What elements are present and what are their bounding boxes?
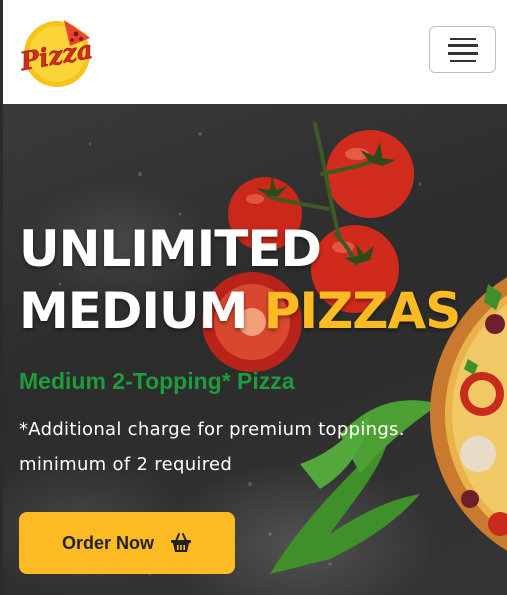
hero-subheading: Medium 2-Topping* Pizza <box>19 368 295 394</box>
window-edge <box>0 0 3 595</box>
pizza-logo[interactable]: Pizza <box>17 12 96 88</box>
hero-banner: UNLIMITED MEDIUM PIZZAS Medium 2-Topping… <box>0 104 507 595</box>
order-now-button[interactable]: Order Now <box>19 512 235 574</box>
hero-headline: UNLIMITED MEDIUM PIZZAS <box>19 218 461 342</box>
headline-line-1: UNLIMITED <box>19 220 322 278</box>
shopping-basket-icon <box>170 533 192 553</box>
order-now-label: Order Now <box>61 532 154 553</box>
headline-line-2-accent: PIZZAS <box>263 282 461 340</box>
hero-note: *Additional charge for premium toppings.… <box>19 419 405 475</box>
headline-line-2-white: MEDIUM <box>19 282 248 340</box>
site-header: Pizza <box>0 0 507 104</box>
menu-toggle-button[interactable] <box>429 26 496 73</box>
